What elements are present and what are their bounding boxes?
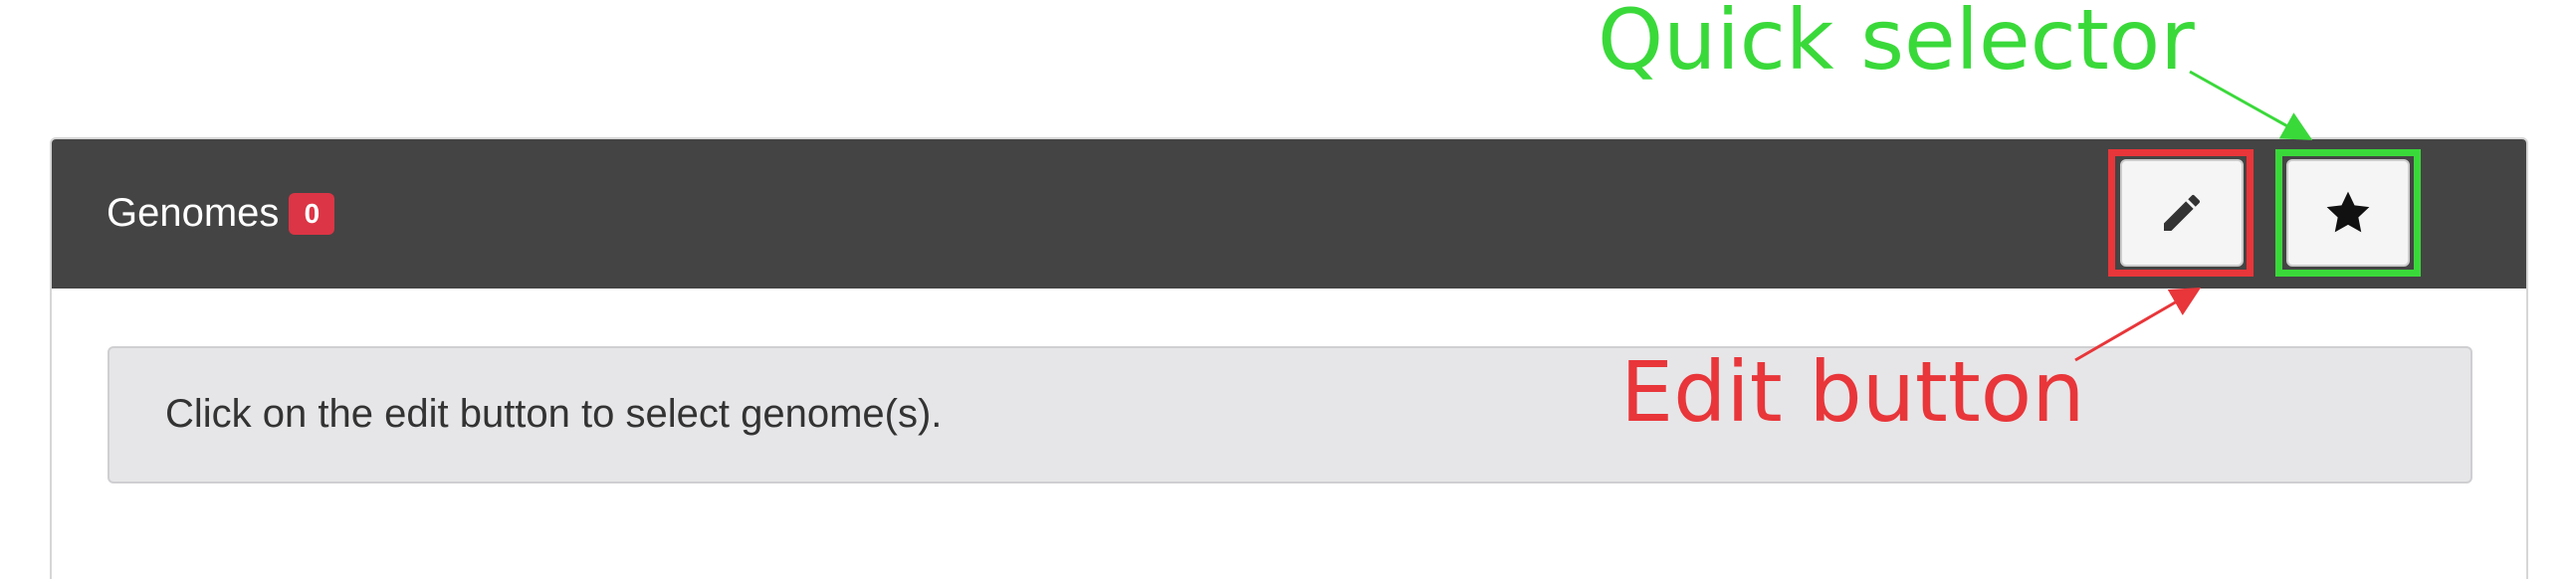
- genome-count-badge: 0: [289, 192, 335, 235]
- edit-button-highlight: [2108, 149, 2254, 277]
- edit-button-annotation: Edit button: [1620, 343, 2085, 441]
- quick-selector-annotation: Quick selector: [1598, 0, 2195, 89]
- info-message-box: Click on the edit button to select genom…: [107, 346, 2472, 483]
- panel-title-text: Genomes: [107, 191, 280, 235]
- quick-selector-arrow: [2189, 70, 2313, 140]
- panel-title: Genomes 0: [107, 191, 335, 236]
- quick-selector-highlight: [2275, 149, 2421, 277]
- info-message-text: Click on the edit button to select genom…: [165, 392, 943, 436]
